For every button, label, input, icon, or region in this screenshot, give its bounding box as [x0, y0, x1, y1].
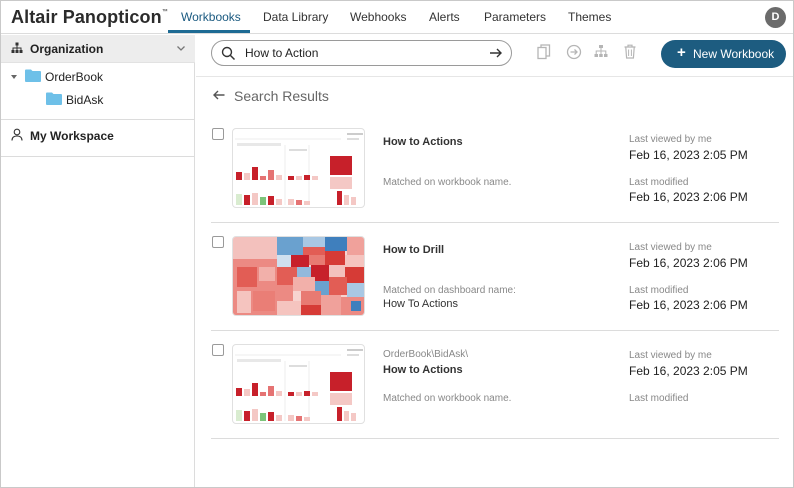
- search-icon: [221, 46, 236, 61]
- last-viewed-label: Last viewed by me: [629, 134, 712, 145]
- last-viewed-label: Last viewed by me: [629, 350, 712, 361]
- plus-icon: +: [677, 44, 686, 61]
- organization-header[interactable]: Organization: [1, 35, 195, 63]
- workbook-name-link[interactable]: How to Actions: [383, 136, 463, 148]
- tree-item-bidask[interactable]: BidAsk: [66, 93, 103, 107]
- folder-icon: [25, 69, 41, 82]
- search-results-title: Search Results: [234, 88, 329, 104]
- thumbnail-preview-image: [235, 133, 363, 205]
- search-input[interactable]: [245, 44, 475, 62]
- tab-themes[interactable]: Themes: [568, 10, 611, 24]
- avatar[interactable]: D: [765, 7, 786, 28]
- user-icon: [11, 128, 23, 141]
- last-modified-label: Last modified: [629, 393, 689, 404]
- my-workspace-item[interactable]: My Workspace: [30, 129, 114, 143]
- divider: [1, 156, 195, 157]
- workbook-thumbnail[interactable]: [232, 236, 365, 316]
- last-viewed-value: Feb 16, 2023 2:06 PM: [629, 256, 748, 270]
- back-arrow-icon[interactable]: [212, 88, 226, 102]
- thumbnail-preview-image: [235, 349, 363, 421]
- sidebar: Organization OrderBook BidAsk My Workspa…: [1, 35, 195, 487]
- workbook-path: OrderBook\BidAsk\: [383, 349, 469, 360]
- last-viewed-value: Feb 16, 2023 2:05 PM: [629, 148, 748, 162]
- last-modified-value: Feb 16, 2023 2:06 PM: [629, 190, 748, 204]
- divider: [1, 119, 195, 120]
- divider: [211, 438, 779, 439]
- main-content: + New Workbook Search Results: [196, 35, 793, 487]
- result-item[interactable]: How to Actions Matched on workbook name.…: [211, 128, 779, 236]
- last-modified-value: Feb 16, 2023 2:06 PM: [629, 298, 748, 312]
- organization-icon: [11, 42, 23, 53]
- last-viewed-label: Last viewed by me: [629, 242, 712, 253]
- last-viewed-value: Feb 16, 2023 2:05 PM: [629, 364, 748, 378]
- divider: [211, 330, 779, 331]
- app-logo[interactable]: Altair Panopticon™: [11, 7, 168, 28]
- result-item[interactable]: OrderBook\BidAsk\ How to Actions Matched…: [211, 344, 779, 452]
- tab-workbooks[interactable]: Workbooks: [181, 10, 241, 24]
- workbook-name-link[interactable]: How to Actions: [383, 364, 463, 376]
- select-checkbox[interactable]: [212, 236, 224, 248]
- tab-alerts[interactable]: Alerts: [429, 10, 460, 24]
- workbook-thumbnail[interactable]: [232, 128, 365, 208]
- tab-data-library[interactable]: Data Library: [263, 10, 328, 24]
- result-item[interactable]: How to Drill Matched on dashboard name: …: [211, 236, 779, 344]
- move-icon[interactable]: [566, 44, 582, 60]
- search-box: [211, 40, 512, 66]
- match-reason: Matched on workbook name.: [383, 177, 512, 188]
- new-workbook-button[interactable]: + New Workbook: [661, 40, 786, 68]
- workbook-thumbnail[interactable]: [232, 344, 365, 424]
- hierarchy-icon[interactable]: [594, 44, 608, 58]
- trash-icon[interactable]: [624, 44, 636, 59]
- match-reason: Matched on dashboard name:: [383, 285, 516, 296]
- divider: [196, 76, 793, 77]
- tab-webhooks[interactable]: Webhooks: [350, 10, 406, 24]
- thumbnail-preview-image: [233, 237, 364, 315]
- select-checkbox[interactable]: [212, 344, 224, 356]
- copy-icon[interactable]: [537, 44, 551, 60]
- workbook-name-link[interactable]: How to Drill: [383, 244, 444, 256]
- chevron-down-icon[interactable]: [176, 43, 186, 53]
- last-modified-label: Last modified: [629, 177, 689, 188]
- divider: [211, 222, 779, 223]
- tree-item-orderbook[interactable]: OrderBook: [45, 70, 103, 84]
- select-checkbox[interactable]: [212, 128, 224, 140]
- app-window: Altair Panopticon™ Workbooks Data Librar…: [0, 0, 794, 488]
- folder-icon: [46, 92, 62, 105]
- arrow-right-icon[interactable]: [488, 45, 504, 61]
- tab-parameters[interactable]: Parameters: [484, 10, 546, 24]
- active-tab-indicator: [168, 30, 250, 33]
- last-modified-label: Last modified: [629, 285, 689, 296]
- match-reason: Matched on workbook name.: [383, 393, 512, 404]
- top-header: Altair Panopticon™ Workbooks Data Librar…: [1, 1, 793, 34]
- tree-caret-down-icon[interactable]: [10, 73, 18, 81]
- match-detail: How To Actions: [383, 298, 459, 310]
- organization-label: Organization: [30, 42, 104, 56]
